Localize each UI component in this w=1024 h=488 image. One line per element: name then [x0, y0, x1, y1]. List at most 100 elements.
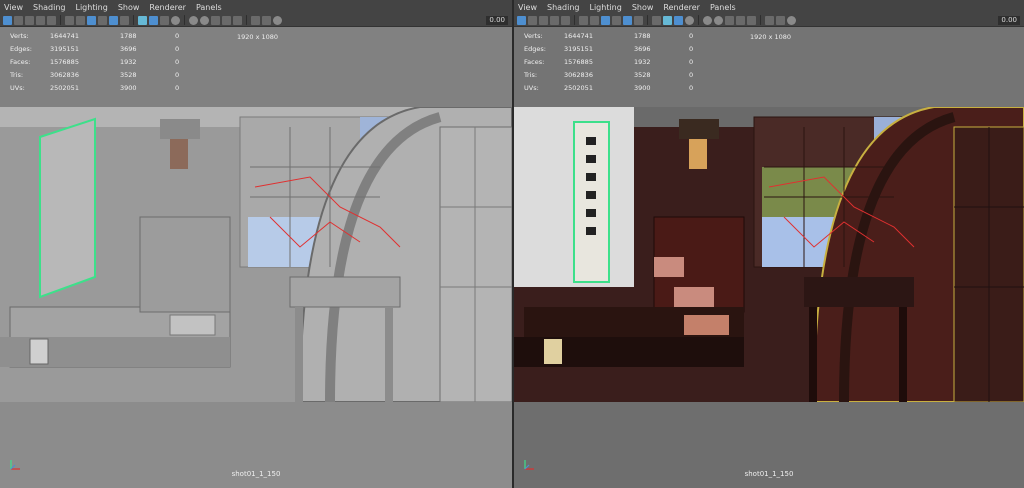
ambient-occlusion-icon[interactable]: [725, 15, 734, 25]
panel-menubar: View Shading Lighting Show Renderer Pane…: [0, 0, 512, 14]
hud-row-uvs: UVs: 2502051 3900 0: [10, 81, 195, 94]
camera-attributes-icon[interactable]: [528, 15, 537, 25]
gate-mask-icon[interactable]: [87, 15, 96, 25]
toolbar-separator: [698, 15, 699, 25]
exposure-icon[interactable]: [273, 15, 282, 25]
textured-icon[interactable]: [674, 15, 683, 25]
default-material-icon[interactable]: [160, 15, 169, 25]
exposure-icon[interactable]: [787, 15, 796, 25]
menu-panels[interactable]: Panels: [196, 3, 222, 12]
grid-icon[interactable]: [47, 15, 56, 25]
viewport-panel-left[interactable]: View Shading Lighting Show Renderer Pane…: [0, 0, 512, 488]
viewport-canvas[interactable]: Verts: 1644741 1788 0 Edges: 3195151 369…: [0, 27, 512, 488]
hud-row-edges: Edges: 3195151 3696 0: [10, 42, 195, 55]
hud-row-verts: Verts: 1644741 1788 0: [10, 29, 195, 42]
hud-value: 1644741: [50, 31, 79, 40]
lights-icon[interactable]: [703, 15, 712, 25]
film-gate-icon[interactable]: [579, 15, 588, 25]
heads-up-display: Verts: 1644741 1788 0 Edges: 3195151 369…: [0, 27, 512, 107]
exposure-value[interactable]: 0.00: [486, 15, 508, 25]
hud-value: 2502051: [50, 83, 79, 92]
menu-view[interactable]: View: [4, 3, 23, 12]
hud-value: 3528: [634, 70, 651, 79]
image-plane-icon[interactable]: [36, 15, 45, 25]
hud-row-tris: Tris: 3062836 3528 0: [10, 68, 195, 81]
lights-icon[interactable]: [189, 15, 198, 25]
film-gate-icon[interactable]: [65, 15, 74, 25]
safe-action-icon[interactable]: [623, 15, 632, 25]
motion-blur-icon[interactable]: [222, 15, 231, 25]
hud-row-uvs: UVs: 2502051 3900 0: [524, 81, 709, 94]
hud-value: 3195151: [564, 44, 593, 53]
motion-blur-icon[interactable]: [736, 15, 745, 25]
hud-value: 3062836: [564, 70, 593, 79]
panel-menubar: View Shading Lighting Show Renderer Pane…: [514, 0, 1024, 14]
menu-view[interactable]: View: [518, 3, 537, 12]
hud-row-verts: Verts: 1644741 1788 0: [524, 29, 709, 42]
scene-render-textured: [514, 107, 1024, 402]
hud-value: 3696: [120, 44, 137, 53]
wireframe-icon[interactable]: [652, 15, 661, 25]
gate-mask-bottom: shot01_1_150: [0, 402, 512, 488]
xray-joints-icon[interactable]: [262, 15, 271, 25]
camera-select-icon[interactable]: [517, 15, 526, 25]
camera-select-icon[interactable]: [3, 15, 12, 25]
hud-value: 3696: [634, 44, 651, 53]
menu-panels[interactable]: Panels: [710, 3, 736, 12]
hud-value: 0: [689, 83, 694, 92]
hud-value: 3195151: [50, 44, 79, 53]
xray-joints-icon[interactable]: [776, 15, 785, 25]
hud-label: Tris:: [10, 70, 24, 79]
hud-value: 0: [689, 70, 694, 79]
smooth-shade-icon[interactable]: [663, 15, 672, 25]
menu-show[interactable]: Show: [118, 3, 140, 12]
viewport-canvas[interactable]: Verts: 1644741 1788 0 Edges: 3195151 369…: [514, 27, 1024, 488]
menu-lighting[interactable]: Lighting: [589, 3, 621, 12]
resolution-gate-icon[interactable]: [590, 15, 599, 25]
menu-renderer[interactable]: Renderer: [663, 3, 700, 12]
bookmark-icon[interactable]: [25, 15, 34, 25]
safe-action-icon[interactable]: [109, 15, 118, 25]
shadows-icon[interactable]: [714, 15, 723, 25]
antialias-icon[interactable]: [747, 15, 756, 25]
menu-renderer[interactable]: Renderer: [149, 3, 186, 12]
toolbar-separator: [60, 15, 61, 25]
menu-lighting[interactable]: Lighting: [75, 3, 107, 12]
field-chart-icon[interactable]: [612, 15, 621, 25]
hud-row-faces: Faces: 1576885 1932 0: [10, 55, 195, 68]
hud-label: Edges:: [524, 44, 546, 53]
ambient-occlusion-icon[interactable]: [211, 15, 220, 25]
isolate-select-icon[interactable]: [251, 15, 260, 25]
resolution-gate-icon[interactable]: [76, 15, 85, 25]
image-plane-icon[interactable]: [550, 15, 559, 25]
resolution-gate-label: 1920 x 1080: [750, 33, 792, 41]
field-chart-icon[interactable]: [98, 15, 107, 25]
camera-attributes-icon[interactable]: [14, 15, 23, 25]
hud-label: Verts:: [524, 31, 543, 40]
safe-title-icon[interactable]: [634, 15, 643, 25]
antialias-icon[interactable]: [233, 15, 242, 25]
exposure-value[interactable]: 0.00: [998, 15, 1020, 25]
menu-shading[interactable]: Shading: [547, 3, 580, 12]
safe-title-icon[interactable]: [120, 15, 129, 25]
viewport-panel-right[interactable]: View Shading Lighting Show Renderer Pane…: [514, 0, 1024, 488]
grid-icon[interactable]: [561, 15, 570, 25]
hud-value: 1644741: [564, 31, 593, 40]
isolate-select-icon[interactable]: [765, 15, 774, 25]
hud-label: Faces:: [524, 57, 545, 66]
bookmark-icon[interactable]: [539, 15, 548, 25]
wireframe-icon[interactable]: [138, 15, 147, 25]
hud-value: 3900: [634, 83, 651, 92]
hud-value: 0: [175, 31, 180, 40]
shadows-icon[interactable]: [200, 15, 209, 25]
xray-icon[interactable]: [685, 15, 694, 25]
panel-toolbar: 0.00: [514, 14, 1024, 27]
hud-value: 2502051: [564, 83, 593, 92]
menu-shading[interactable]: Shading: [33, 3, 66, 12]
gate-mask-icon[interactable]: [601, 15, 610, 25]
xray-icon[interactable]: [171, 15, 180, 25]
smooth-shade-icon[interactable]: [149, 15, 158, 25]
toolbar-separator: [133, 15, 134, 25]
hud-value: 1932: [634, 57, 651, 66]
menu-show[interactable]: Show: [632, 3, 654, 12]
